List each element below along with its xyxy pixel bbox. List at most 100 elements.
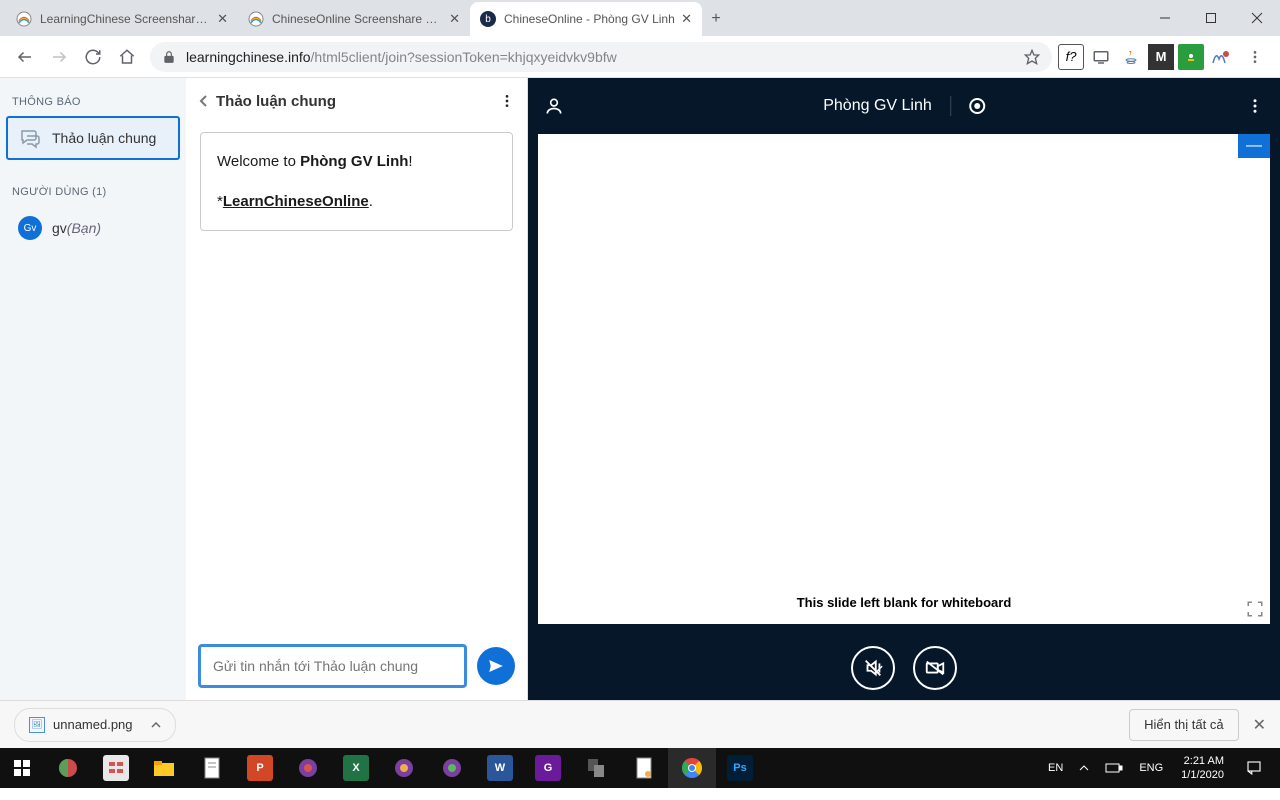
extension-cast-icon[interactable] (1088, 44, 1114, 70)
sidebar-users-heading: NGƯỜI DÙNG (1) (0, 176, 186, 204)
chat-options-button[interactable] (499, 93, 515, 109)
favicon-icon (248, 11, 264, 27)
taskbar-app[interactable] (44, 748, 92, 788)
tab-close-icon[interactable]: ✕ (681, 11, 692, 27)
welcome-link[interactable]: LearnChineseOnline (223, 193, 369, 210)
presentation-panel: Phòng GV Linh — This slide left blank fo… (528, 78, 1280, 700)
tray-lang-long[interactable]: ENG (1131, 762, 1171, 774)
user-you-label: (Bạn) (67, 220, 101, 236)
presentation-title-group: Phòng GV Linh (823, 96, 985, 116)
presentation-controls (528, 636, 1280, 700)
presentation-header: Phòng GV Linh (528, 78, 1280, 134)
new-tab-button[interactable]: + (702, 2, 730, 36)
sidebar-item-public-chat[interactable]: Thảo luận chung (6, 116, 180, 160)
chat-panel: Thảo luận chung Welcome to Phòng GV Linh… (186, 78, 528, 700)
taskbar-app-excel[interactable]: X (332, 748, 380, 788)
extension-m-icon[interactable]: M (1148, 44, 1174, 70)
taskbar-app[interactable] (284, 748, 332, 788)
nav-reload-button[interactable] (76, 40, 110, 74)
browser-tabs: LearningChinese Screenshare Ext ✕ Chines… (6, 2, 730, 36)
url-path: /html5client/join?sessionToken=khjqxyeid… (311, 49, 617, 65)
taskbar-app[interactable]: G (524, 748, 572, 788)
chevron-left-icon[interactable] (198, 94, 208, 108)
start-button[interactable] (0, 748, 44, 788)
file-image-icon: 🖼 (29, 717, 45, 733)
extension-fx-icon[interactable]: f? (1058, 44, 1084, 70)
taskbar-app[interactable] (428, 748, 476, 788)
browser-menu-button[interactable] (1238, 40, 1272, 74)
chevron-up-icon[interactable] (151, 721, 161, 729)
downloads-bar: 🖼 unnamed.png Hiển thị tất cả ✕ (0, 700, 1280, 748)
fullscreen-icon[interactable] (1244, 598, 1266, 620)
browser-tab-0[interactable]: LearningChinese Screenshare Ext ✕ (6, 2, 238, 36)
divider (950, 96, 951, 116)
sidebar-item-label: Thảo luận chung (52, 130, 156, 146)
tab-close-icon[interactable]: ✕ (449, 11, 460, 27)
taskbar-app-chrome[interactable] (668, 748, 716, 788)
users-toggle-button[interactable] (544, 96, 564, 116)
download-filename: unnamed.png (53, 717, 133, 732)
taskbar-app-photoshop[interactable]: Ps (716, 748, 764, 788)
share-webcam-button[interactable] (913, 646, 957, 690)
taskbar-app[interactable] (188, 748, 236, 788)
tab-title: ChineseOnline - Phòng GV Linh (504, 12, 675, 26)
taskbar-app-powerpoint[interactable]: P (236, 748, 284, 788)
extension-java-icon[interactable] (1118, 44, 1144, 70)
chat-title: Thảo luận chung (216, 93, 336, 110)
browser-tab-1[interactable]: ChineseOnline Screenshare Exten ✕ (238, 2, 470, 36)
tray-chevron-up-icon[interactable] (1071, 764, 1097, 772)
chat-message-input[interactable] (198, 644, 467, 688)
nav-forward-button[interactable] (42, 40, 76, 74)
downloads-close-button[interactable]: ✕ (1253, 715, 1266, 735)
room-name: Phòng GV Linh (823, 97, 932, 115)
chat-icon (18, 126, 42, 150)
window-maximize-button[interactable] (1188, 0, 1234, 36)
tray-lang-short[interactable]: EN (1040, 762, 1071, 774)
tab-close-icon[interactable]: ✕ (217, 11, 228, 27)
tab-title: ChineseOnline Screenshare Exten (272, 12, 443, 26)
browser-tab-2[interactable]: b ChineseOnline - Phòng GV Linh ✕ (470, 2, 702, 36)
window-close-button[interactable] (1234, 0, 1280, 36)
presentation-options-button[interactable] (1246, 97, 1264, 115)
download-item[interactable]: 🖼 unnamed.png (14, 708, 176, 742)
address-bar[interactable]: learningchinese.info/html5client/join?se… (150, 42, 1052, 72)
nav-home-button[interactable] (110, 40, 144, 74)
taskbar-app[interactable] (572, 748, 620, 788)
nav-back-button[interactable] (8, 40, 42, 74)
taskbar-app[interactable] (92, 748, 140, 788)
tab-title: LearningChinese Screenshare Ext (40, 12, 211, 26)
welcome-message: Welcome to Phòng GV Linh! *LearnChineseO… (200, 132, 513, 231)
taskbar-app[interactable] (620, 748, 668, 788)
presentation-canvas[interactable]: — This slide left blank for whiteboard (538, 134, 1270, 624)
chat-header: Thảo luận chung (186, 78, 527, 124)
user-avatar: Gv (18, 216, 42, 240)
window-titlebar: LearningChinese Screenshare Ext ✕ Chines… (0, 0, 1280, 36)
user-name: gv (52, 220, 67, 236)
tray-clock[interactable]: 2:21 AM 1/1/2020 (1171, 754, 1234, 783)
chat-send-button[interactable] (477, 647, 515, 685)
taskbar-app-explorer[interactable] (140, 748, 188, 788)
slide-caption: This slide left blank for whiteboard (538, 595, 1270, 610)
windows-taskbar: P X W G Ps EN ENG 2:21 AM 1/1/2020 (0, 748, 1280, 788)
mute-audio-button[interactable] (851, 646, 895, 690)
sidebar-user-item[interactable]: Gv gv (Bạn) (6, 206, 180, 250)
taskbar-app[interactable] (380, 748, 428, 788)
tray-notifications-button[interactable] (1234, 759, 1274, 777)
presentation-minimize-button[interactable]: — (1238, 134, 1270, 158)
extensions-area: f? M (1058, 40, 1272, 74)
window-minimize-button[interactable] (1142, 0, 1188, 36)
chat-input-row (186, 632, 527, 700)
sidebar: THÔNG BÁO Thảo luận chung NGƯỜI DÙNG (1)… (0, 78, 186, 700)
browser-toolbar: learningchinese.info/html5client/join?se… (0, 36, 1280, 78)
tray-battery-icon[interactable] (1097, 762, 1131, 774)
extension-classroom-icon[interactable] (1178, 44, 1204, 70)
taskbar-tray: EN ENG 2:21 AM 1/1/2020 (1040, 748, 1280, 788)
star-icon[interactable] (1024, 49, 1040, 65)
sidebar-notices-heading: THÔNG BÁO (0, 86, 186, 114)
url-host: learningchinese.info (186, 49, 311, 65)
taskbar-app-word[interactable]: W (476, 748, 524, 788)
download-show-all-button[interactable]: Hiển thị tất cả (1129, 709, 1239, 741)
record-button[interactable] (969, 98, 985, 114)
extension-wave-icon[interactable] (1208, 44, 1234, 70)
favicon-icon (16, 11, 32, 27)
